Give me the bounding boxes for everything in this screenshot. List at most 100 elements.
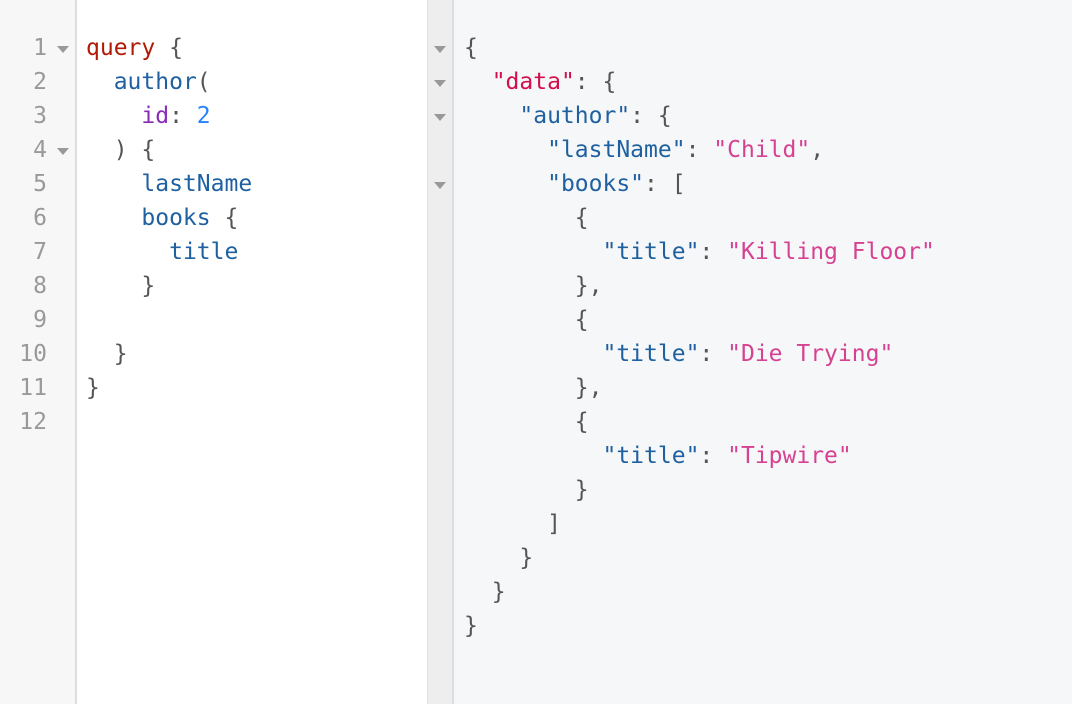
punctuation-token: { bbox=[574, 409, 589, 435]
field-token: title bbox=[169, 239, 239, 265]
punctuation-token: : bbox=[699, 443, 728, 469]
punctuation-token: { bbox=[574, 307, 589, 333]
keyword-token: query bbox=[86, 35, 156, 61]
punctuation-token: : { bbox=[574, 69, 617, 95]
gutter-line bbox=[428, 99, 452, 133]
code-line: }, bbox=[464, 269, 1072, 303]
gutter-line: 7 bbox=[0, 235, 75, 269]
code-line: books { bbox=[86, 201, 427, 235]
line-number: 12 bbox=[19, 409, 47, 435]
line-number: 1 bbox=[33, 35, 47, 61]
line-number: 6 bbox=[33, 205, 47, 231]
punctuation-token: ) { bbox=[113, 137, 156, 163]
code-line: { bbox=[464, 201, 1072, 235]
gutter-line bbox=[428, 473, 452, 507]
result-fold-gutter bbox=[428, 31, 452, 643]
punctuation-token: { bbox=[210, 205, 239, 231]
fold-arrow-icon[interactable] bbox=[434, 182, 446, 189]
punctuation-token: } bbox=[519, 545, 534, 571]
code-line: } bbox=[86, 269, 427, 303]
field-token: lastName bbox=[141, 171, 253, 197]
code-line: "title": "Tipwire" bbox=[464, 439, 1072, 473]
json-key-token: "lastName" bbox=[547, 137, 686, 163]
line-number: 10 bbox=[19, 341, 47, 367]
gutter-line bbox=[428, 269, 452, 303]
json-key-token: "title" bbox=[602, 239, 700, 265]
gutter-line bbox=[428, 609, 452, 643]
punctuation-token: } bbox=[464, 613, 478, 639]
result-json: { "data": { "author": { "lastName": "Chi… bbox=[454, 31, 1072, 643]
gutter-line bbox=[428, 575, 452, 609]
gutter-line: 12 bbox=[0, 405, 75, 439]
punctuation-token: : bbox=[699, 341, 728, 367]
punctuation-token: } bbox=[141, 273, 156, 299]
gutter-line bbox=[428, 541, 452, 575]
gutter-line bbox=[428, 371, 452, 405]
argument-token: id bbox=[141, 103, 170, 129]
gutter-line bbox=[428, 405, 452, 439]
punctuation-token: : bbox=[685, 137, 714, 163]
query-code[interactable]: query { author( id: 2 ) { lastName books… bbox=[77, 31, 427, 439]
code-line: } bbox=[464, 609, 1072, 643]
gutter-line: 3 bbox=[0, 99, 75, 133]
query-editor[interactable]: query { author( id: 2 ) { lastName books… bbox=[77, 0, 427, 704]
json-string-token: "Child" bbox=[713, 137, 811, 163]
gutter-line bbox=[428, 167, 452, 201]
code-line: { bbox=[464, 303, 1072, 337]
fold-arrow-icon[interactable] bbox=[434, 114, 446, 121]
gutter-line: 6 bbox=[0, 201, 75, 235]
gutter-line: 1 bbox=[0, 31, 75, 65]
code-line: "lastName": "Child", bbox=[464, 133, 1072, 167]
line-numbers: 1 2 3 4 5 6 7 8 9 10 11 12 bbox=[0, 31, 75, 439]
json-key-token: "title" bbox=[602, 443, 700, 469]
punctuation-token: { bbox=[464, 35, 478, 61]
punctuation-token: ( bbox=[196, 69, 211, 95]
gutter-line bbox=[428, 439, 452, 473]
gutter-line bbox=[428, 31, 452, 65]
gutter-line: 4 bbox=[0, 133, 75, 167]
json-string-token: "Tipwire" bbox=[727, 443, 852, 469]
punctuation-token: } bbox=[113, 341, 128, 367]
fold-arrow-icon[interactable] bbox=[434, 80, 446, 87]
code-line: { bbox=[464, 31, 1072, 65]
gutter-line bbox=[428, 507, 452, 541]
gutter-line: 9 bbox=[0, 303, 75, 337]
punctuation-token: ] bbox=[547, 511, 561, 537]
code-line: } bbox=[464, 473, 1072, 507]
line-number: 2 bbox=[33, 69, 47, 95]
gutter-line bbox=[428, 337, 452, 371]
number-token: 2 bbox=[196, 103, 211, 129]
code-line: } bbox=[464, 575, 1072, 609]
gutter-line: 8 bbox=[0, 269, 75, 303]
code-line: ) { bbox=[86, 133, 427, 167]
code-line: "data": { bbox=[464, 65, 1072, 99]
gutter-line bbox=[428, 65, 452, 99]
field-token: author bbox=[113, 69, 197, 95]
gutter-line: 10 bbox=[0, 337, 75, 371]
code-line: lastName bbox=[86, 167, 427, 201]
code-line: "books": [ bbox=[464, 167, 1072, 201]
gutter-line: 5 bbox=[0, 167, 75, 201]
line-number: 8 bbox=[33, 273, 47, 299]
fold-arrow-icon[interactable] bbox=[434, 46, 446, 53]
fold-arrow-icon[interactable] bbox=[57, 46, 69, 53]
json-string-token: "Killing Floor" bbox=[727, 239, 935, 265]
code-line: "author": { bbox=[464, 99, 1072, 133]
code-line: query { bbox=[86, 31, 427, 65]
fold-arrow-icon[interactable] bbox=[57, 148, 69, 155]
punctuation-token: : { bbox=[630, 103, 672, 129]
query-editor-gutter: 1 2 3 4 5 6 7 8 9 10 11 12 bbox=[0, 0, 77, 704]
result-viewer-gutter bbox=[427, 0, 454, 704]
code-line: id: 2 bbox=[86, 99, 427, 133]
gutter-line bbox=[428, 235, 452, 269]
gutter-line bbox=[428, 303, 452, 337]
code-line: "title": "Killing Floor" bbox=[464, 235, 1072, 269]
json-key-token: "books" bbox=[547, 171, 645, 197]
line-number: 4 bbox=[33, 137, 47, 163]
code-line: author( bbox=[86, 65, 427, 99]
result-viewer: { "data": { "author": { "lastName": "Chi… bbox=[454, 0, 1072, 704]
line-number: 9 bbox=[33, 307, 47, 333]
line-number: 7 bbox=[33, 239, 47, 265]
punctuation-token: , bbox=[810, 137, 825, 163]
